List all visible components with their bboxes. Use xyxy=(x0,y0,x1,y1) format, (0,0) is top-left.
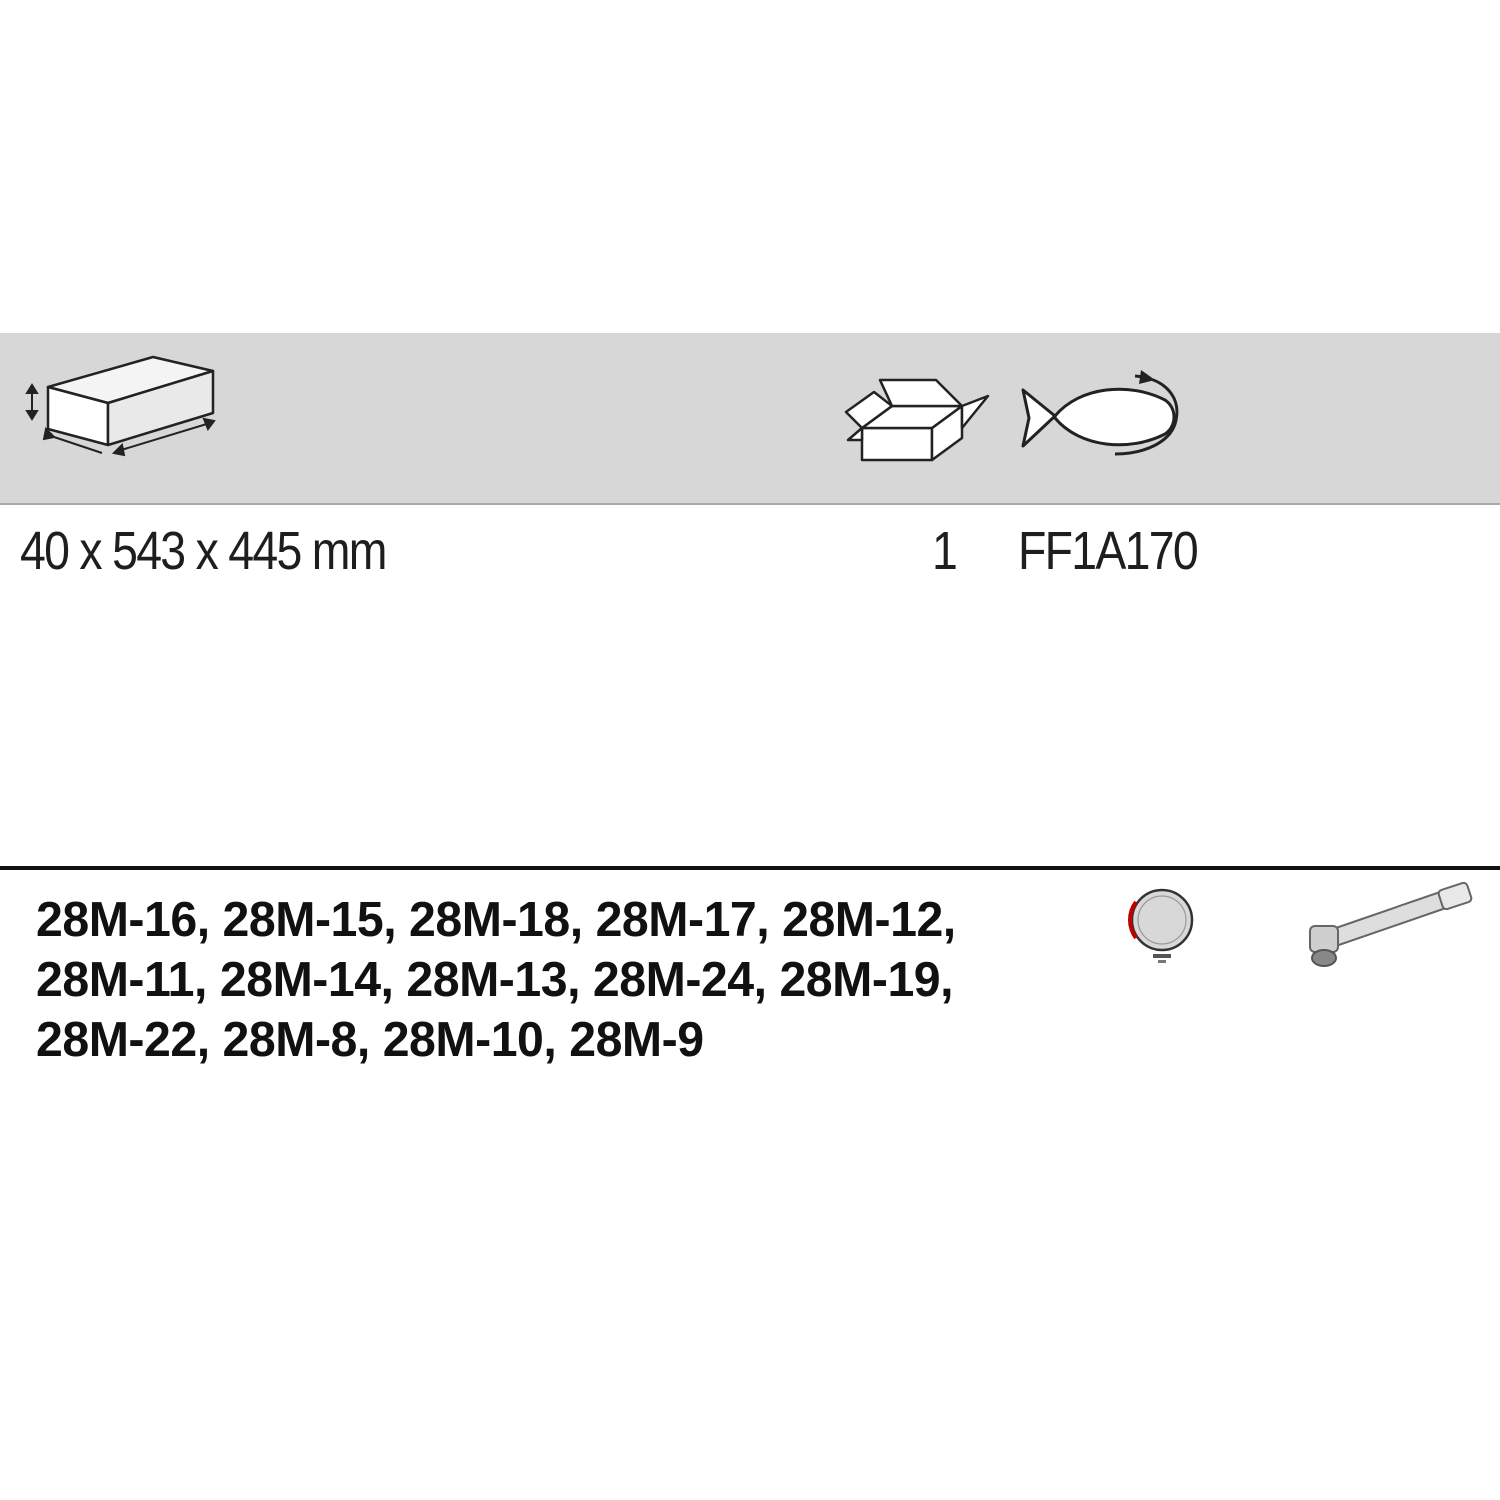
offset-socket-wrench-icon xyxy=(1309,881,1473,967)
box-dimensions-icon xyxy=(25,355,216,457)
package-quantity: 1 xyxy=(932,521,958,581)
contents-reference-list: 28M-16, 28M-15, 28M-18, 28M-17, 28M-12, … xyxy=(36,893,956,1067)
foam-tray-code: FF1A170 xyxy=(1018,521,1199,581)
gauge-dial-icon xyxy=(1128,888,1194,963)
box-dimensions: 40 x 543 x 445 mm xyxy=(20,521,387,581)
foam-tray-fish-icon xyxy=(1021,370,1179,456)
section-divider xyxy=(0,866,1500,870)
header-band xyxy=(0,333,1500,505)
open-box-icon xyxy=(844,378,990,462)
